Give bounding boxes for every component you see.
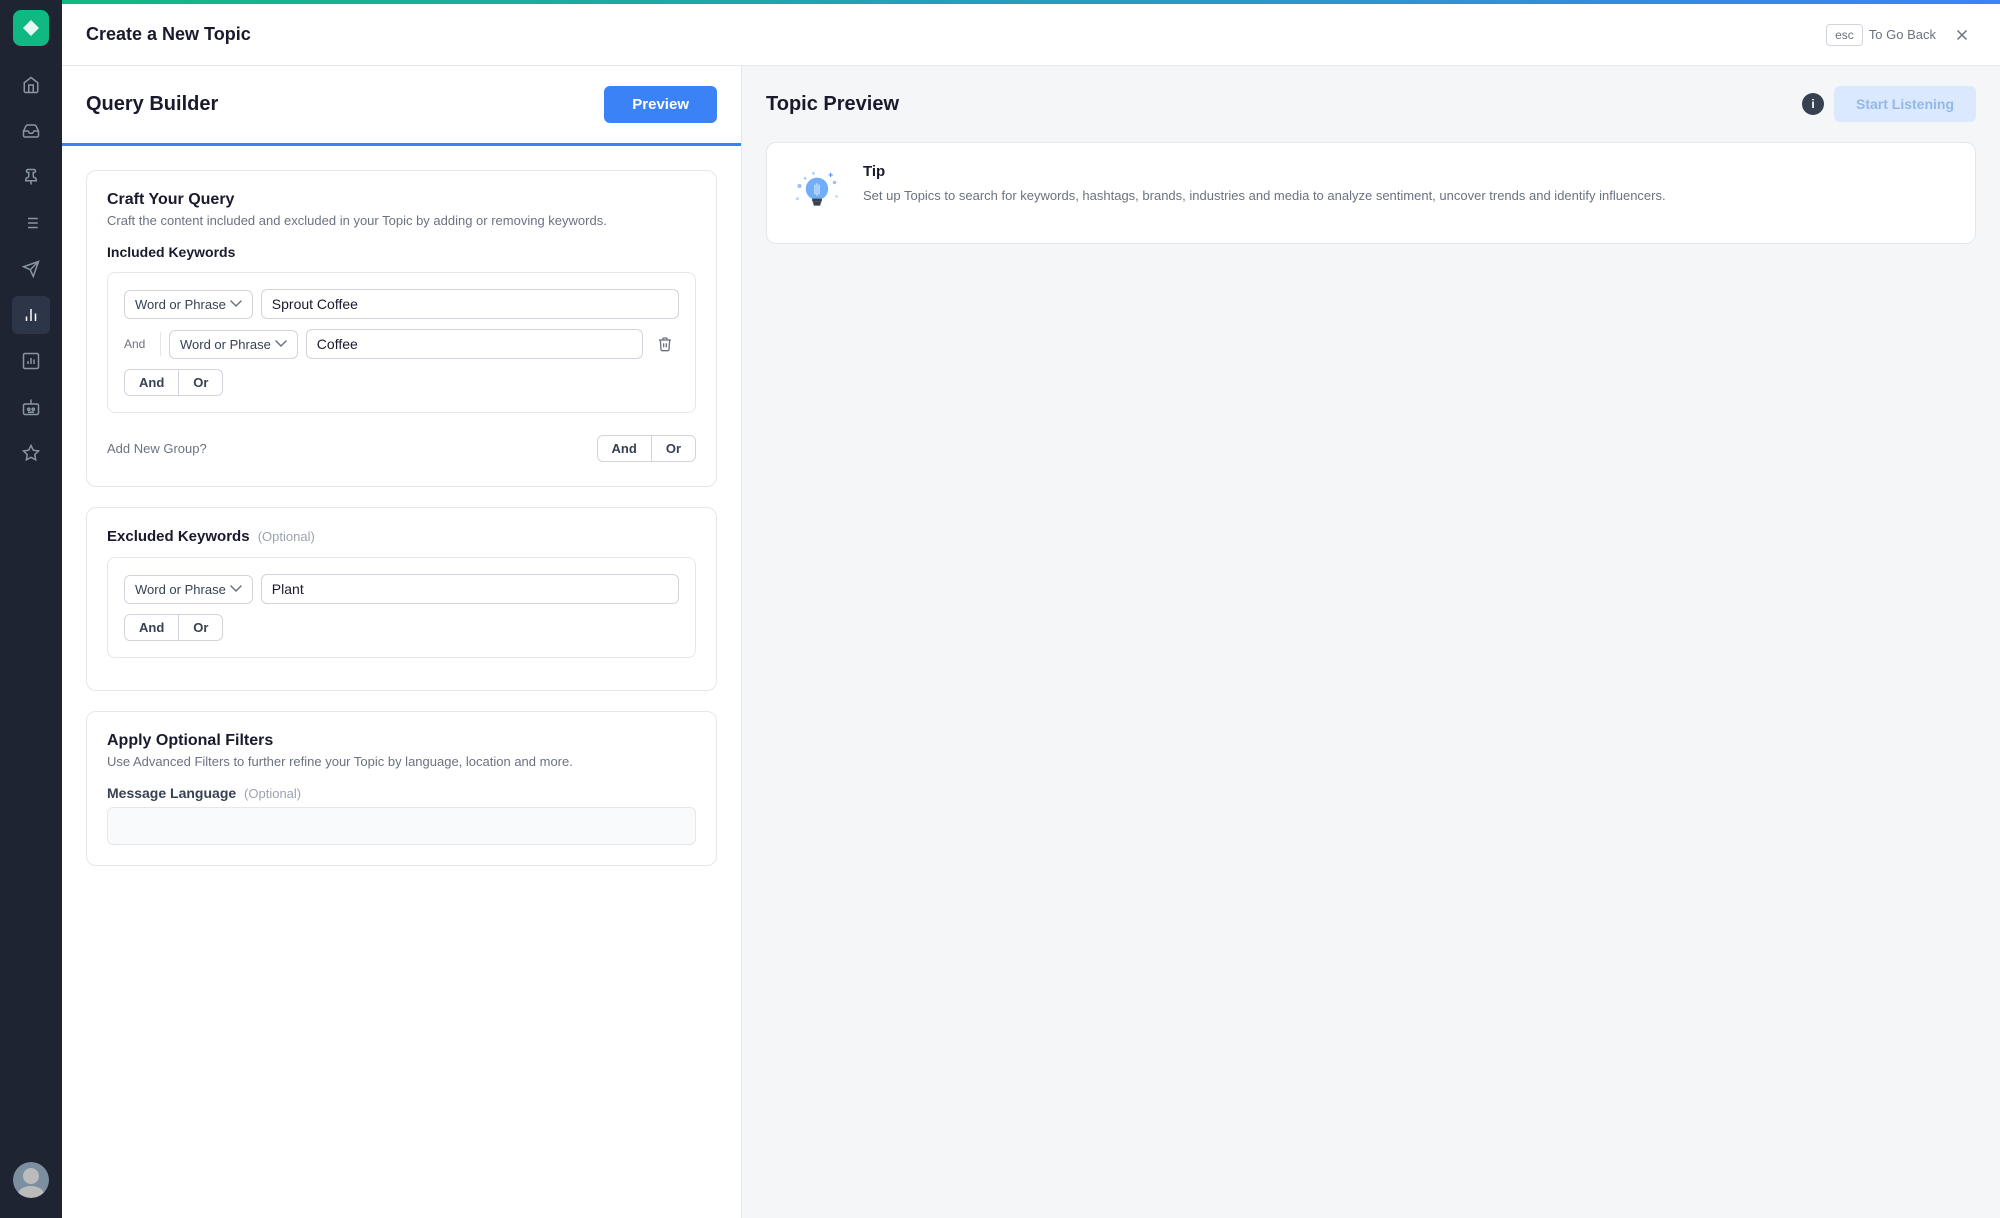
add-group-and-or-buttons: And Or xyxy=(597,435,696,462)
tip-text: Tip Set up Topics to search for keywords… xyxy=(863,163,1666,206)
keyword-row-2: And Word or Phrase xyxy=(124,329,679,359)
nav-list[interactable] xyxy=(12,204,50,242)
go-back-label: To Go Back xyxy=(1869,27,1936,42)
message-language-input[interactable] xyxy=(107,807,696,845)
keyword-input-2[interactable] xyxy=(306,329,643,359)
keyword-type-select-2[interactable]: Word or Phrase xyxy=(169,330,298,359)
tip-icon-wrap: + + xyxy=(787,163,847,223)
add-new-group-row: Add New Group? And Or xyxy=(107,425,696,466)
keyword-input-1[interactable] xyxy=(261,289,679,319)
excluded-type-value-1: Word or Phrase xyxy=(135,582,226,597)
tip-title: Tip xyxy=(863,163,1666,180)
and-label-row2: And xyxy=(124,337,152,351)
left-panel-header: Query Builder Preview xyxy=(62,66,741,146)
tip-card: + + Tip Set up Topics to search for keyw… xyxy=(766,142,1976,244)
excluded-keywords-section: Excluded Keywords (Optional) Word or Phr… xyxy=(86,507,717,691)
right-panel-content: + + Tip Set up Topics to search for keyw… xyxy=(742,142,2000,1218)
nav-send[interactable] xyxy=(12,250,50,288)
keyword-type-select-1[interactable]: Word or Phrase xyxy=(124,290,253,319)
svg-text:+: + xyxy=(828,170,833,180)
craft-query-section: Craft Your Query Craft the content inclu… xyxy=(86,170,717,487)
group1-and-button[interactable]: And xyxy=(124,369,178,396)
delete-keyword-2-button[interactable] xyxy=(651,330,679,358)
topic-preview-title: Topic Preview xyxy=(766,93,899,116)
excluded-and-button[interactable]: And xyxy=(124,614,178,641)
nav-analytics[interactable] xyxy=(12,296,50,334)
sidebar xyxy=(0,0,62,1218)
tip-description: Set up Topics to search for keywords, ha… xyxy=(863,186,1666,206)
nav-pin[interactable] xyxy=(12,158,50,196)
query-builder-title: Query Builder xyxy=(86,93,218,116)
excluded-keyword-input-1[interactable] xyxy=(261,574,679,604)
right-panel: Topic Preview i Start Listening xyxy=(742,66,2000,1218)
nav-star[interactable] xyxy=(12,434,50,472)
svg-text:+: + xyxy=(803,175,807,182)
add-group-or-button[interactable]: Or xyxy=(651,435,696,462)
excluded-or-button[interactable]: Or xyxy=(178,614,223,641)
excluded-type-select-1[interactable]: Word or Phrase xyxy=(124,575,253,604)
add-group-and-button[interactable]: And xyxy=(597,435,651,462)
excluded-keyword-row-1: Word or Phrase xyxy=(124,574,679,604)
excluded-keywords-header: Excluded Keywords (Optional) xyxy=(107,528,696,545)
page-title: Create a New Topic xyxy=(86,24,1826,45)
nav-home[interactable] xyxy=(12,66,50,104)
message-language-optional: (Optional) xyxy=(244,786,301,801)
keyword-type-value-2: Word or Phrase xyxy=(180,337,271,352)
keyword-type-value-1: Word or Phrase xyxy=(135,297,226,312)
preview-button[interactable]: Preview xyxy=(604,86,717,123)
filters-section-title: Apply Optional Filters xyxy=(107,732,696,750)
message-language-container: Message Language (Optional) xyxy=(107,785,696,845)
content-area: Query Builder Preview Craft Your Query C… xyxy=(62,66,2000,1218)
excluded-group-and-or-buttons: And Or xyxy=(124,614,679,641)
keyword-group-1: Word or Phrase And Word or Phrase xyxy=(107,272,696,413)
message-language-label-row: Message Language (Optional) xyxy=(107,785,696,801)
nav-inbox[interactable] xyxy=(12,112,50,150)
topbar: Create a New Topic esc To Go Back xyxy=(62,4,2000,66)
message-language-label: Message Language xyxy=(107,785,236,801)
right-header-actions: i Start Listening xyxy=(1802,86,1976,122)
included-keywords-label: Included Keywords xyxy=(107,244,696,260)
group1-or-button[interactable]: Or xyxy=(178,369,223,396)
sidebar-logo xyxy=(13,10,49,46)
vertical-divider xyxy=(160,332,161,356)
close-button[interactable] xyxy=(1948,21,1976,49)
group1-and-or-buttons: And Or xyxy=(124,369,679,396)
info-icon-button[interactable]: i xyxy=(1802,93,1824,115)
keyword-row-1: Word or Phrase xyxy=(124,289,679,319)
start-listening-button[interactable]: Start Listening xyxy=(1834,86,1976,122)
main-area: Create a New Topic esc To Go Back Query … xyxy=(62,0,2000,1218)
left-panel-scroll: Craft Your Query Craft the content inclu… xyxy=(62,146,741,1218)
craft-query-subtitle: Craft the content included and excluded … xyxy=(107,213,696,228)
nav-bar-chart[interactable] xyxy=(12,342,50,380)
left-panel: Query Builder Preview Craft Your Query C… xyxy=(62,66,742,1218)
right-panel-header: Topic Preview i Start Listening xyxy=(742,66,2000,142)
excluded-optional-label: (Optional) xyxy=(258,529,315,544)
excluded-keyword-group: Word or Phrase And Or xyxy=(107,557,696,658)
add-new-group-label: Add New Group? xyxy=(107,441,207,456)
excluded-keywords-label: Excluded Keywords xyxy=(107,528,250,545)
filters-section-subtitle: Use Advanced Filters to further refine y… xyxy=(107,754,696,769)
optional-filters-section: Apply Optional Filters Use Advanced Filt… xyxy=(86,711,717,866)
nav-bot[interactable] xyxy=(12,388,50,426)
sidebar-user-avatar[interactable] xyxy=(13,1162,49,1198)
esc-badge: esc xyxy=(1826,24,1863,46)
craft-query-title: Craft Your Query xyxy=(107,191,696,209)
